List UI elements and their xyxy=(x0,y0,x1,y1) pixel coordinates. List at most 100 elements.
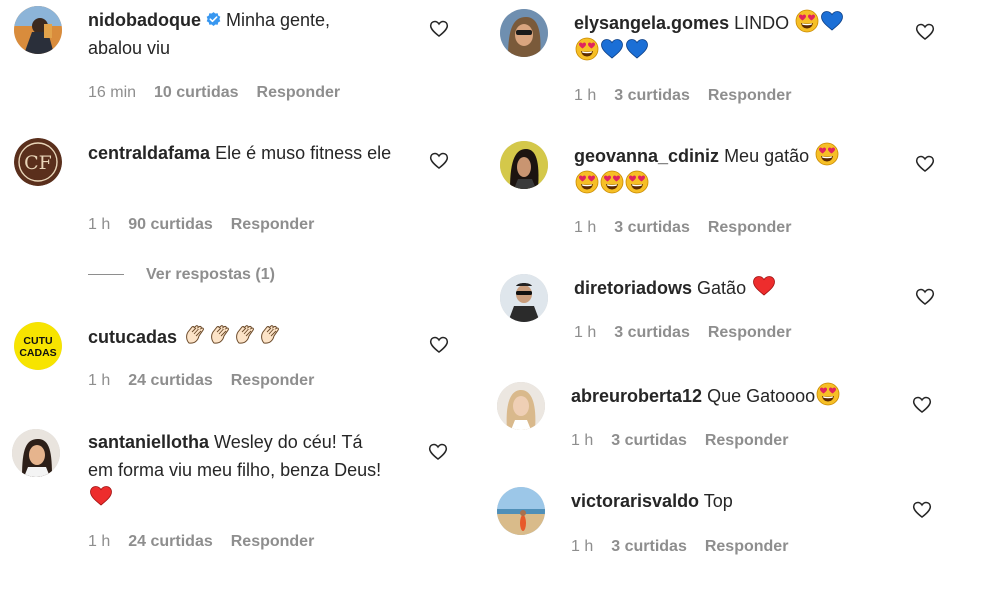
reply-button[interactable]: Responder xyxy=(231,533,315,550)
comment-text: Ele é muso fitness ele xyxy=(215,143,392,163)
timestamp: 1 h xyxy=(574,219,597,236)
timestamp: 1 h xyxy=(574,87,597,104)
reply-button[interactable]: Responder xyxy=(708,324,792,341)
comment-meta: 16 min 10 curtidas Responder xyxy=(88,84,358,102)
comment-body: cutucadas xyxy=(88,323,408,351)
heart-eyes-emoji-icon xyxy=(795,9,819,33)
comment-text: Que Gatoooo xyxy=(707,386,816,406)
likes-count[interactable]: 3 curtidas xyxy=(614,87,690,104)
heart-eyes-emoji-icon xyxy=(625,170,649,194)
clapping-hands-icon xyxy=(183,323,207,347)
heart-eyes-emoji-icon xyxy=(816,382,840,406)
view-replies-label: Ver respostas (1) xyxy=(146,266,275,283)
view-replies-button[interactable]: Ver respostas (1) xyxy=(88,266,275,284)
comment-meta: 1 h 90 curtidas Responder xyxy=(88,216,332,234)
comment-body: diretoriadows Gatão xyxy=(574,274,884,302)
likes-count[interactable]: 90 curtidas xyxy=(128,216,212,233)
avatar[interactable] xyxy=(14,6,62,54)
like-heart-icon[interactable] xyxy=(912,395,932,415)
avatar[interactable] xyxy=(497,487,545,535)
reply-button[interactable]: Responder xyxy=(708,219,792,236)
comment-body: geovanna_cdiniz Meu gatão xyxy=(574,142,884,198)
comment-meta: 1 h 24 curtidas Responder xyxy=(88,533,332,551)
username-link[interactable]: centraldafama xyxy=(88,143,210,163)
comment-body: centraldafama Ele é muso fitness ele xyxy=(88,139,408,167)
comment-text: Gatão xyxy=(697,278,747,298)
reply-button[interactable]: Responder xyxy=(231,216,315,233)
likes-count[interactable]: 3 curtidas xyxy=(614,219,690,236)
clapping-hands-icon xyxy=(233,323,257,347)
username-link[interactable]: geovanna_cdiniz xyxy=(574,146,719,166)
blue-heart-icon xyxy=(820,9,844,33)
avatar[interactable] xyxy=(500,274,548,322)
likes-count[interactable]: 3 curtidas xyxy=(611,538,687,555)
comment-meta: 1 h 3 curtidas Responder xyxy=(571,538,806,556)
reply-button[interactable]: Responder xyxy=(257,84,341,101)
likes-count[interactable]: 3 curtidas xyxy=(611,432,687,449)
blue-heart-icon xyxy=(625,37,649,61)
like-heart-icon[interactable] xyxy=(429,335,449,355)
heart-eyes-emoji-icon xyxy=(600,170,624,194)
username-link[interactable]: cutucadas xyxy=(88,327,177,347)
likes-count[interactable]: 24 curtidas xyxy=(128,533,212,550)
avatar-monogram: CF xyxy=(24,152,52,174)
avatar[interactable]: CF xyxy=(14,138,62,186)
like-heart-icon[interactable] xyxy=(915,154,935,174)
comment-body: nidobadoque Minha gente, abalou viu xyxy=(88,6,388,62)
replies-divider xyxy=(88,274,124,276)
username-link[interactable]: santaniellotha xyxy=(88,432,209,452)
avatar[interactable] xyxy=(500,141,548,189)
timestamp: 1 h xyxy=(88,533,111,550)
like-heart-icon[interactable] xyxy=(915,22,935,42)
heart-eyes-emoji-icon xyxy=(575,170,599,194)
likes-count[interactable]: 24 curtidas xyxy=(128,372,212,389)
username-link[interactable]: diretoriadows xyxy=(574,278,692,298)
avatar[interactable]: CUTU CADAS xyxy=(14,322,62,370)
avatar[interactable] xyxy=(500,9,548,57)
username-link[interactable]: elysangela.gomes xyxy=(574,13,729,33)
reply-button[interactable]: Responder xyxy=(231,372,315,389)
comment-text: LINDO xyxy=(734,13,790,33)
avatar-text-bottom: CADAS xyxy=(19,347,56,359)
verified-badge-icon xyxy=(205,11,222,28)
reply-button[interactable]: Responder xyxy=(708,87,792,104)
heart-eyes-emoji-icon xyxy=(815,142,839,166)
red-heart-icon xyxy=(752,274,776,298)
comment-meta: 1 h 24 curtidas Responder xyxy=(88,372,332,390)
clapping-hands-icon xyxy=(208,323,232,347)
timestamp: 16 min xyxy=(88,84,137,101)
avatar[interactable] xyxy=(497,382,545,430)
likes-count[interactable]: 3 curtidas xyxy=(614,324,690,341)
comment-meta: 1 h 3 curtidas Responder xyxy=(574,87,809,105)
reply-button[interactable]: Responder xyxy=(705,538,789,555)
comment-meta: 1 h 3 curtidas Responder xyxy=(574,219,809,237)
timestamp: 1 h xyxy=(571,432,594,449)
blue-heart-icon xyxy=(600,37,624,61)
likes-count[interactable]: 10 curtidas xyxy=(154,84,238,101)
reply-button[interactable]: Responder xyxy=(705,432,789,449)
avatar-text-top: CUTU xyxy=(23,335,52,347)
username-link[interactable]: abreuroberta12 xyxy=(571,386,702,406)
red-heart-icon xyxy=(89,484,113,508)
comment-body: abreuroberta12 Que Gatoooo xyxy=(571,382,891,410)
timestamp: 1 h xyxy=(571,538,594,555)
comment-meta: 1 h 3 curtidas Responder xyxy=(571,432,806,450)
comment-body: santaniellotha Wesley do céu! Tá em form… xyxy=(88,428,388,512)
like-heart-icon[interactable] xyxy=(428,442,448,462)
comment-text: Top xyxy=(703,491,733,511)
like-heart-icon[interactable] xyxy=(915,287,935,307)
heart-eyes-emoji-icon xyxy=(575,37,599,61)
clapping-hands-icon xyxy=(258,323,282,347)
like-heart-icon[interactable] xyxy=(429,151,449,171)
comment-body: victorarisvaldo Top xyxy=(571,487,891,515)
timestamp: 1 h xyxy=(88,372,111,389)
avatar[interactable] xyxy=(12,429,60,477)
comment-meta: 1 h 3 curtidas Responder xyxy=(574,324,809,342)
username-link[interactable]: victorarisvaldo xyxy=(571,491,699,511)
like-heart-icon[interactable] xyxy=(429,19,449,39)
timestamp: 1 h xyxy=(574,324,597,341)
comment-text: Meu gatão xyxy=(724,146,810,166)
username-link[interactable]: nidobadoque xyxy=(88,10,201,30)
comment-body: elysangela.gomes LINDO xyxy=(574,9,884,65)
like-heart-icon[interactable] xyxy=(912,500,932,520)
